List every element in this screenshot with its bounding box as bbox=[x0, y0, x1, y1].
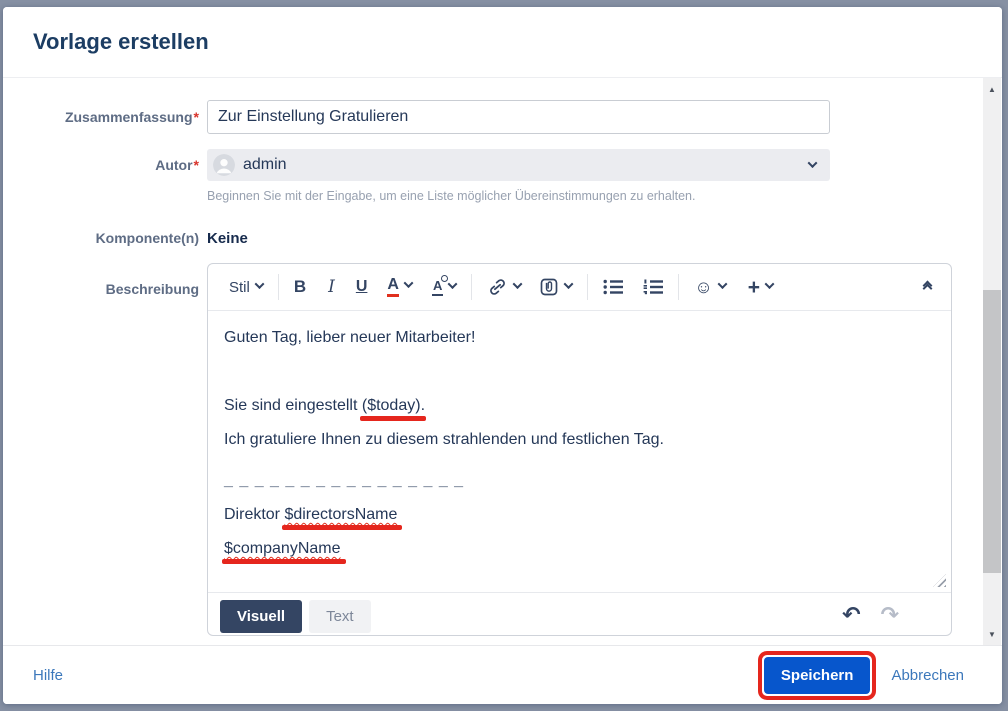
toolbar-divider bbox=[587, 274, 588, 300]
description-label: Beschreibung bbox=[3, 263, 207, 298]
redo-button[interactable]: ↷ bbox=[881, 605, 899, 627]
help-link[interactable]: Hilfe bbox=[33, 667, 63, 684]
paragraph-congrats: Ich gratuliere Ihnen zu diesem strahlend… bbox=[224, 427, 935, 452]
chevron-down-icon bbox=[765, 279, 775, 289]
paragraph-hired: Sie sind eingestellt ($today). bbox=[224, 393, 935, 418]
italic-button[interactable]: I bbox=[323, 273, 340, 301]
toolbar-divider bbox=[471, 274, 472, 300]
attachment-dropdown[interactable] bbox=[534, 273, 577, 301]
dialog-header: Vorlage erstellen bbox=[3, 7, 1002, 78]
more-formatting-dropdown[interactable]: A bbox=[427, 274, 461, 300]
bullet-list-button[interactable] bbox=[598, 275, 628, 299]
insert-more-dropdown[interactable]: + bbox=[743, 273, 778, 302]
link-dropdown[interactable] bbox=[482, 274, 526, 300]
history-buttons: ↶ ↷ bbox=[842, 605, 899, 627]
create-template-dialog: Vorlage erstellen Zusammenfassung* Autor… bbox=[3, 7, 1002, 704]
underline-icon: U bbox=[356, 278, 368, 296]
bold-button[interactable]: B bbox=[289, 273, 311, 301]
toolbar-divider bbox=[678, 274, 679, 300]
paragraph-company: $companyName bbox=[224, 536, 935, 561]
chevron-down-icon bbox=[254, 279, 264, 289]
author-label-text: Autor bbox=[155, 157, 192, 173]
collapse-toolbar-button[interactable] bbox=[920, 280, 935, 294]
chevron-down-icon bbox=[513, 279, 523, 289]
company-name-variable-annotated: $companyName bbox=[224, 540, 341, 557]
components-label: Komponente(n) bbox=[3, 230, 207, 247]
chevron-down-icon bbox=[404, 279, 414, 289]
scrollbar-thumb[interactable] bbox=[983, 290, 1001, 573]
style-dropdown-label: Stil bbox=[229, 279, 250, 296]
emoji-dropdown[interactable]: ☺ bbox=[689, 274, 730, 300]
description-editor: Stil B I U A A bbox=[207, 263, 952, 636]
required-asterisk: * bbox=[194, 109, 199, 125]
style-dropdown[interactable]: Stil bbox=[224, 275, 268, 300]
hired-text: Sie sind eingestellt bbox=[224, 397, 362, 414]
toolbar-divider bbox=[278, 274, 279, 300]
bullet-list-icon bbox=[603, 279, 623, 295]
required-asterisk: * bbox=[194, 157, 199, 173]
dialog-scrollbar[interactable]: ▲ ▼ bbox=[983, 78, 1001, 645]
paragraph-greeting: Guten Tag, lieber neuer Mitarbeiter! bbox=[224, 325, 935, 350]
author-value: admin bbox=[243, 156, 287, 174]
footer-actions: Speichern Abbrechen bbox=[758, 651, 964, 700]
link-icon bbox=[487, 278, 508, 296]
plus-icon: + bbox=[748, 277, 760, 298]
summary-label: Zusammenfassung* bbox=[3, 109, 207, 126]
scroll-down-button[interactable]: ▼ bbox=[983, 627, 1001, 643]
editor-content-area[interactable]: Guten Tag, lieber neuer Mitarbeiter! Sie… bbox=[208, 311, 951, 592]
undo-button[interactable]: ↶ bbox=[842, 605, 860, 627]
annotation-highlight-box: Speichern bbox=[758, 651, 877, 700]
signature-divider: _ _ _ _ _ _ _ _ _ _ _ _ _ _ _ _ bbox=[224, 468, 935, 493]
summary-row: Zusammenfassung* bbox=[3, 100, 962, 134]
components-row: Komponente(n) Keine bbox=[3, 230, 962, 247]
directors-name-variable-annotated: $directorsName bbox=[284, 506, 397, 523]
formatting-icon: A bbox=[432, 278, 443, 296]
numbered-list-button[interactable] bbox=[638, 275, 668, 299]
user-avatar-icon bbox=[213, 154, 235, 176]
components-value: Keine bbox=[207, 230, 248, 247]
attachment-icon bbox=[539, 277, 559, 297]
paragraph-director: Direktor $directorsName bbox=[224, 502, 935, 527]
chevron-down-icon bbox=[564, 279, 574, 289]
bold-icon: B bbox=[294, 277, 306, 297]
author-select[interactable]: admin bbox=[207, 149, 830, 181]
summary-label-text: Zusammenfassung bbox=[65, 109, 193, 125]
today-variable-annotated: ($today) bbox=[362, 397, 421, 414]
emoji-icon: ☺ bbox=[694, 278, 712, 296]
tab-visuell[interactable]: Visuell bbox=[220, 600, 302, 633]
dialog-body: Zusammenfassung* Autor* admin Beginnen S… bbox=[3, 78, 1002, 645]
resize-handle[interactable] bbox=[933, 574, 946, 587]
hired-period: . bbox=[421, 397, 425, 414]
author-label: Autor* bbox=[3, 157, 207, 174]
numbered-list-icon bbox=[643, 279, 663, 295]
cancel-link[interactable]: Abbrechen bbox=[891, 667, 964, 684]
save-button[interactable]: Speichern bbox=[764, 657, 871, 694]
editor-footer: Visuell Text ↶ ↷ bbox=[208, 592, 951, 635]
director-text: Direktor bbox=[224, 506, 284, 523]
editor-toolbar: Stil B I U A A bbox=[208, 264, 951, 311]
dialog-footer: Hilfe Speichern Abbrechen bbox=[3, 645, 1002, 704]
tab-text[interactable]: Text bbox=[309, 600, 371, 633]
chevron-down-icon bbox=[448, 279, 458, 289]
dialog-title: Vorlage erstellen bbox=[33, 29, 209, 55]
chevron-down-icon bbox=[717, 279, 727, 289]
author-helper-text: Beginnen Sie mit der Eingabe, um eine Li… bbox=[207, 189, 962, 203]
italic-icon: I bbox=[328, 277, 335, 297]
scroll-up-button[interactable]: ▲ bbox=[983, 82, 1001, 98]
summary-input[interactable] bbox=[207, 100, 830, 134]
chevron-down-icon bbox=[808, 158, 818, 168]
underline-button[interactable]: U bbox=[351, 274, 373, 300]
author-row: Autor* admin bbox=[3, 149, 962, 181]
text-color-dropdown[interactable]: A bbox=[382, 273, 417, 302]
description-row: Beschreibung Stil B I U A bbox=[3, 263, 962, 636]
paragraph-blank bbox=[224, 359, 935, 384]
text-color-icon: A bbox=[387, 277, 399, 298]
